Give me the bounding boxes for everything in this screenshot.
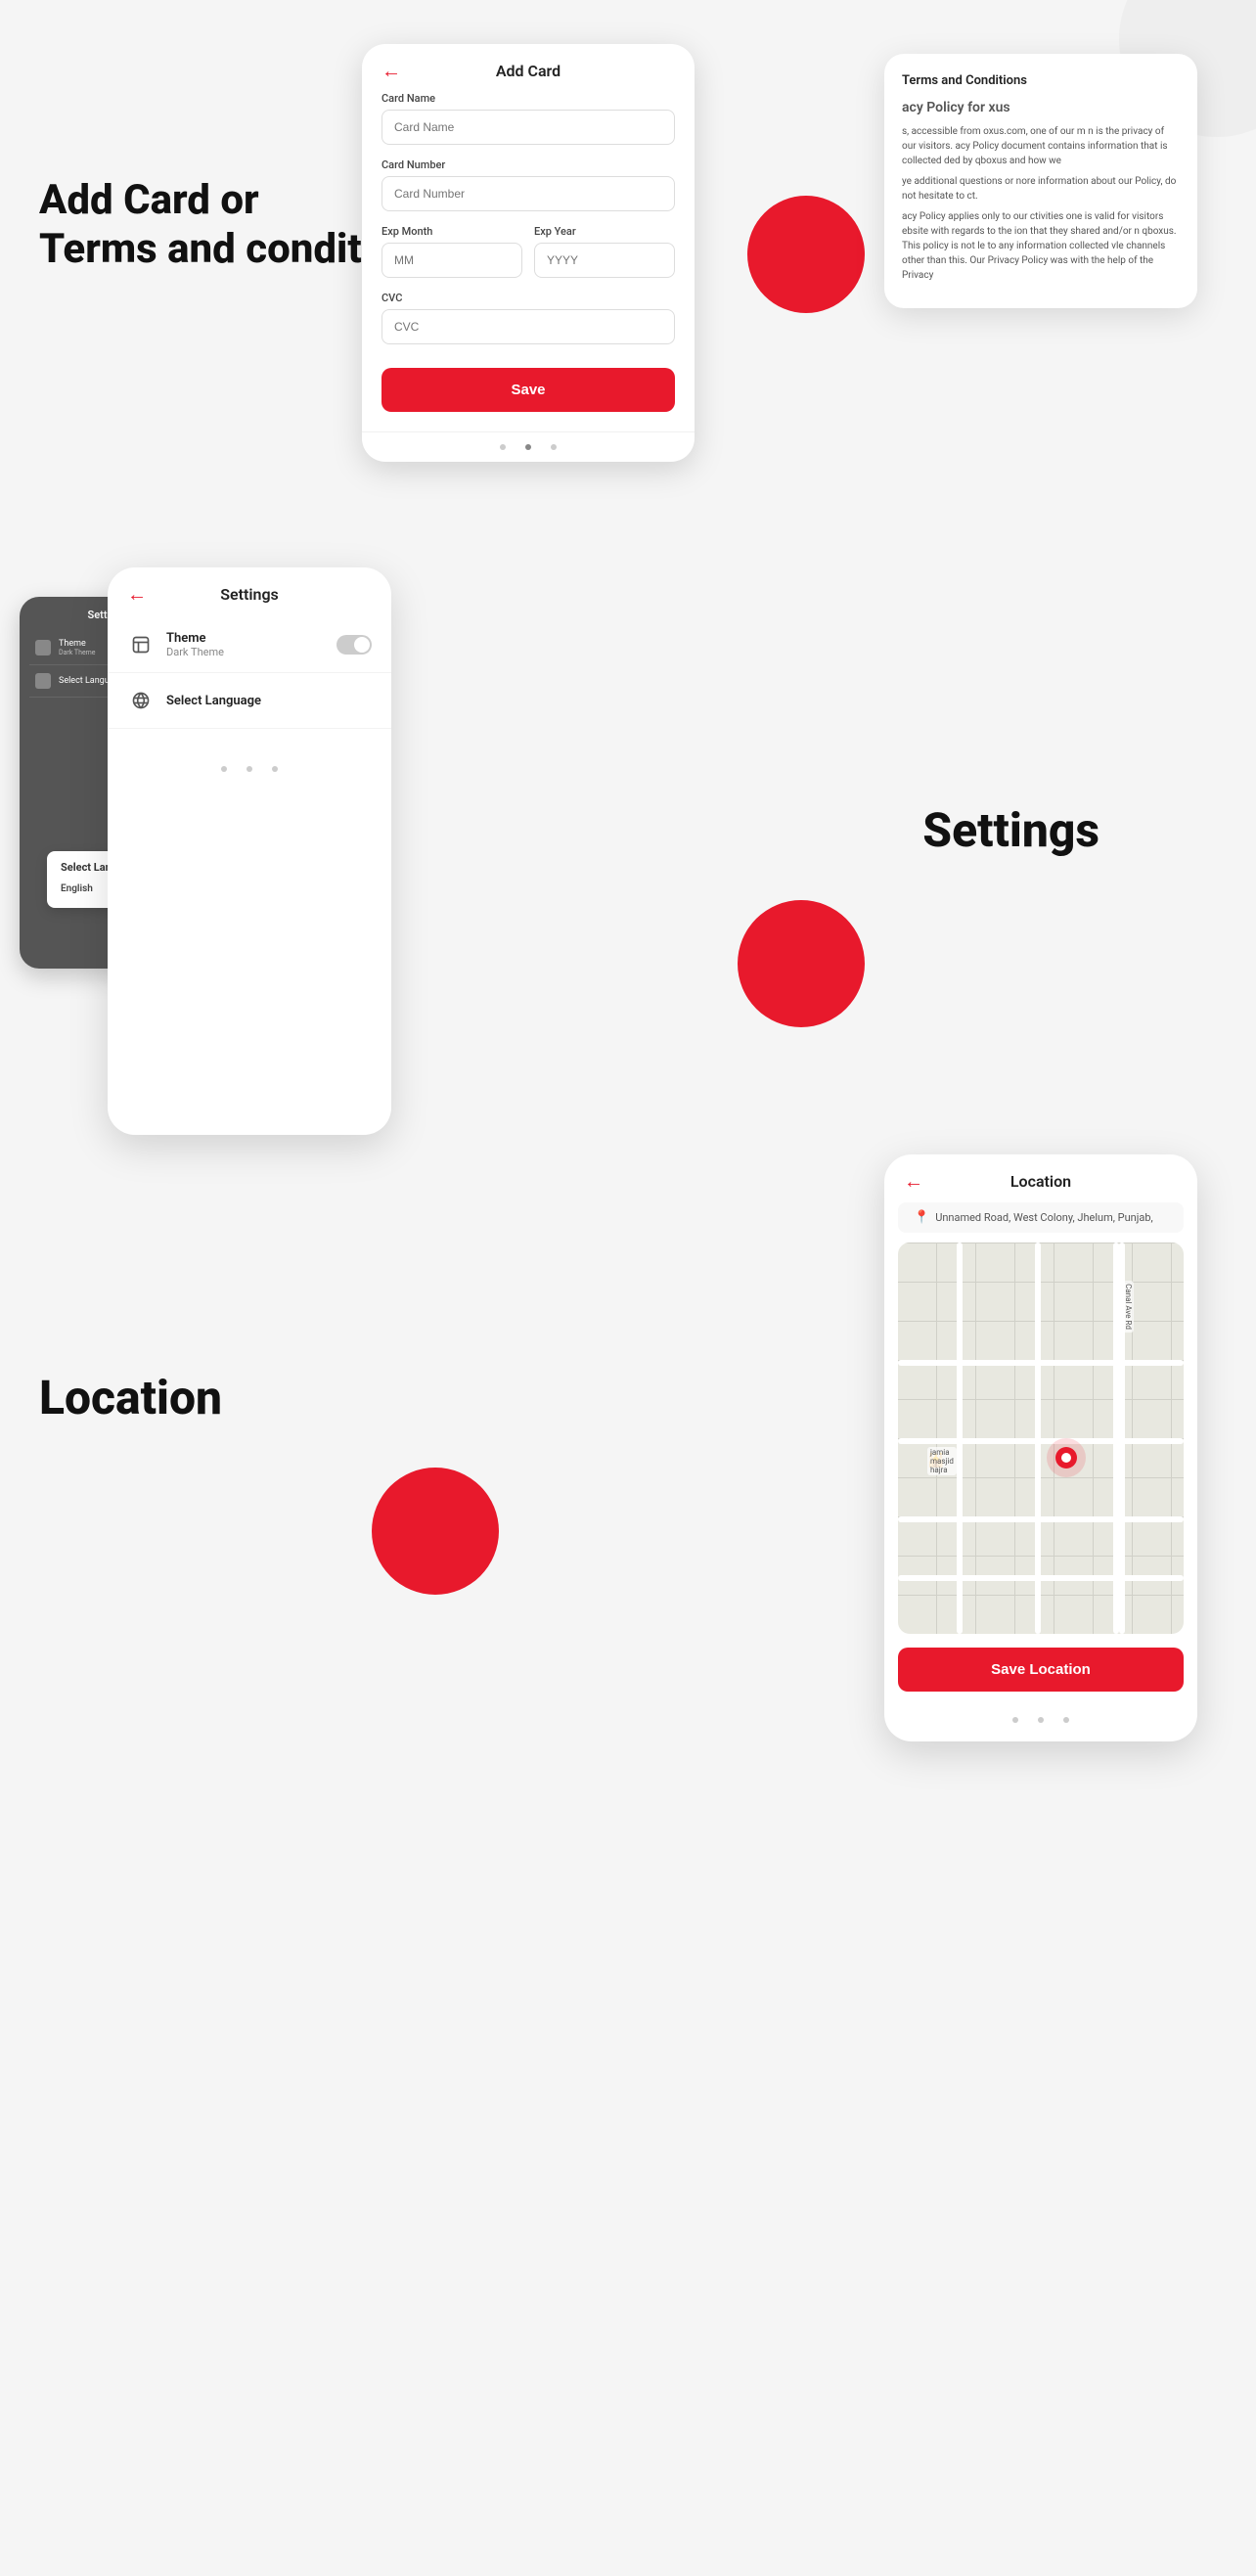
lp-footer-dot-3 (1063, 1717, 1069, 1723)
add-card-body: Card Name Card Number Exp Month Exp Year… (362, 92, 695, 431)
terms-para-2: ye additional questions or nore informat… (902, 174, 1180, 203)
location-address-bar: 📍 Unnamed Road, West Colony, Jhelum, Pun… (898, 1202, 1184, 1233)
settings-language-icon (127, 687, 155, 714)
section3-label: Location (39, 1370, 222, 1425)
exp-row: Exp Month Exp Year (381, 225, 675, 292)
red-decorative-circle-2 (738, 900, 865, 1027)
exp-month-input[interactable] (381, 243, 522, 278)
theme-toggle[interactable] (336, 635, 372, 655)
exp-month-label: Exp Month (381, 225, 522, 238)
add-card-save-button[interactable]: Save (381, 368, 675, 412)
terms-card: Terms and Conditions acy Policy for xus … (884, 54, 1197, 308)
location-header: ← Location (884, 1154, 1197, 1202)
lp-footer-dot-2 (1038, 1717, 1044, 1723)
settings-footer-dot-3 (272, 766, 278, 772)
sbh-theme-sub: Dark Theme (59, 649, 96, 656)
map-location-pin (1047, 1438, 1086, 1477)
card-name-input[interactable] (381, 110, 675, 145)
add-card-title: Add Card (496, 62, 561, 80)
card-name-label: Card Name (381, 92, 675, 105)
lp-footer-dot-1 (1012, 1717, 1018, 1723)
section-location: Location ← Location 📍 Unnamed Road, West… (0, 1135, 1256, 1781)
footer-dot-1 (500, 444, 506, 450)
footer-dot-3 (551, 444, 557, 450)
map-pin-dot (1055, 1447, 1077, 1469)
settings-language-title: Select Language (166, 694, 372, 708)
map-pin-inner (1061, 1453, 1071, 1463)
add-card-modal: ← Add Card Card Name Card Number Exp Mon… (362, 44, 695, 462)
footer-dot-2 (525, 444, 531, 450)
settings-theme-icon (127, 631, 155, 658)
card-name-group: Card Name (381, 92, 675, 145)
map-road-label-1: Canal Ave Rd (1123, 1281, 1134, 1333)
map-road-v1 (957, 1243, 963, 1634)
location-address-text: Unnamed Road, West Colony, Jhelum, Punja… (935, 1211, 1153, 1224)
terms-title: Terms and Conditions (902, 73, 1180, 88)
location-title: Location (1010, 1172, 1071, 1191)
map-mosque-label: jamia masjid hajra (927, 1447, 957, 1475)
settings-theme-row: Theme Dark Theme (108, 617, 391, 673)
terms-text: acy Policy for xus s, accessible from ox… (902, 98, 1180, 283)
location-address-icon: 📍 (914, 1210, 929, 1225)
section-add-card: Add Card or Terms and condition Terms an… (0, 0, 1256, 567)
settings-theme-content: Theme Dark Theme (166, 631, 336, 658)
location-footer (884, 1705, 1197, 1735)
location-back-button[interactable]: ← (904, 1169, 923, 1194)
add-card-header: ← Add Card (362, 44, 695, 92)
card-number-group: Card Number (381, 158, 675, 211)
exp-year-group: Exp Year (534, 225, 675, 278)
sbh-theme-text: Theme (59, 639, 96, 649)
settings-footer-dot-1 (221, 766, 227, 772)
location-phone: ← Location 📍 Unnamed Road, West Colony, … (884, 1154, 1197, 1741)
map-road-h3 (898, 1516, 1184, 1522)
map-road-h2 (898, 1438, 1184, 1444)
map-container[interactable]: Canal Ave Rd 🕌 jamia masjid hajra (898, 1243, 1184, 1634)
settings-theme-subtitle: Dark Theme (166, 646, 336, 658)
sbh-lang-icon (35, 673, 51, 689)
red-decorative-circle-3 (372, 1468, 499, 1595)
settings-footer (108, 748, 391, 790)
settings-phone-front: ← Settings Theme Dark Theme (108, 567, 391, 1135)
section-settings: Settings Settings Theme Dark Theme Selec… (0, 567, 1256, 1135)
card-number-input[interactable] (381, 176, 675, 211)
map-road-h4 (898, 1575, 1184, 1581)
settings-header: ← Settings (108, 567, 391, 617)
exp-year-label: Exp Year (534, 225, 675, 238)
map-mosque-area: 🕌 jamia masjid hajra (927, 1453, 944, 1469)
terms-heading: acy Policy for xus (902, 98, 1180, 118)
settings-title: Settings (220, 585, 279, 604)
cvc-group: CVC (381, 292, 675, 344)
settings-back-button[interactable]: ← (127, 582, 147, 607)
card-number-label: Card Number (381, 158, 675, 171)
settings-footer-dot-2 (247, 766, 252, 772)
add-card-footer (362, 431, 695, 462)
cvc-label: CVC (381, 292, 675, 304)
cvc-input[interactable] (381, 309, 675, 344)
exp-year-input[interactable] (534, 243, 675, 278)
exp-month-group: Exp Month (381, 225, 522, 278)
settings-language-row[interactable]: Select Language (108, 673, 391, 729)
red-decorative-circle-1 (747, 196, 865, 313)
terms-para-1: s, accessible from oxus.com, one of our … (902, 124, 1180, 168)
section2-label: Settings (922, 802, 1099, 858)
settings-language-content: Select Language (166, 694, 372, 708)
terms-para-3: acy Policy applies only to our ctivities… (902, 209, 1180, 283)
map-road-h1 (898, 1360, 1184, 1366)
add-card-back-button[interactable]: ← (381, 59, 401, 83)
save-location-button[interactable]: Save Location (898, 1648, 1184, 1692)
map-road-v2 (1035, 1243, 1041, 1634)
sbh-theme-icon (35, 640, 51, 655)
settings-theme-title: Theme (166, 631, 336, 646)
